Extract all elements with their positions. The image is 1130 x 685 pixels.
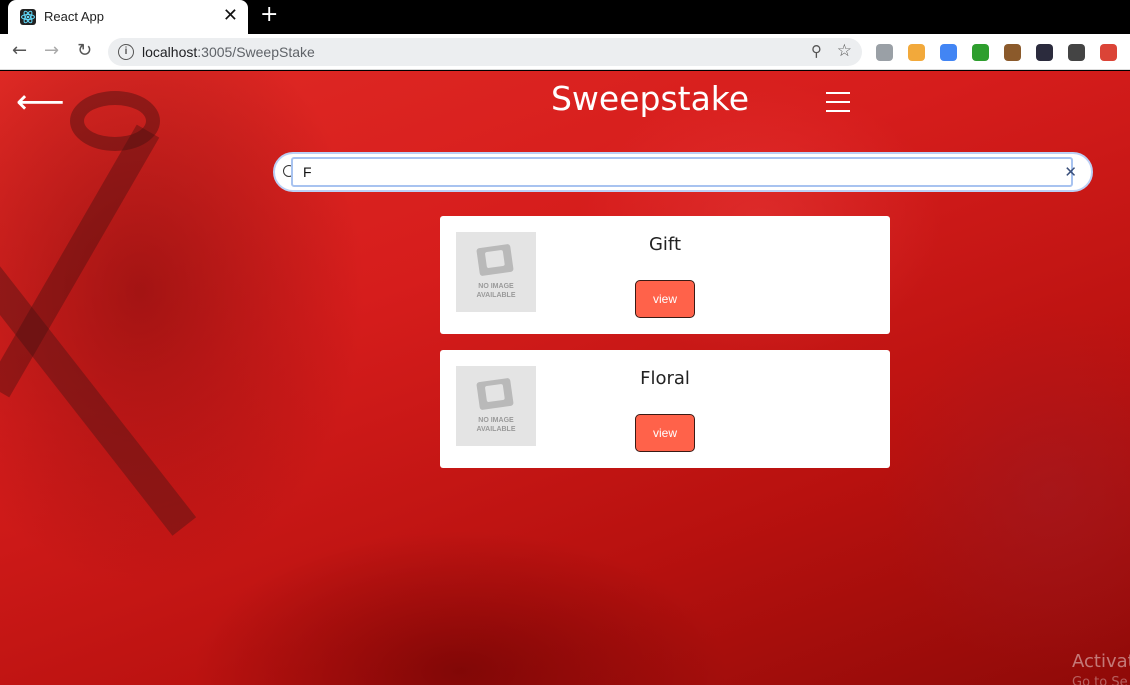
no-image-text: NO IMAGE — [478, 417, 514, 424]
clear-search-icon[interactable]: ✕ — [1064, 163, 1077, 181]
image-placeholder-icon — [476, 243, 514, 277]
card-title: Gift — [648, 234, 682, 255]
browser-tab[interactable]: React App ✕ — [8, 0, 248, 34]
background-ribbon — [0, 124, 160, 398]
close-tab-icon[interactable]: ✕ — [223, 5, 238, 26]
info-icon[interactable]: i — [118, 44, 134, 60]
m-extension-icon[interactable] — [1068, 44, 1085, 61]
new-tab-icon[interactable]: + — [260, 2, 278, 27]
zoom-icon[interactable]: ⚲ — [811, 42, 822, 60]
browser-back-icon[interactable]: ← — [12, 40, 27, 61]
no-image-text: NO IMAGE — [478, 283, 514, 290]
bw-extension-icon[interactable] — [972, 44, 989, 61]
activate-windows-watermark-sub: Go to Se — [1072, 675, 1128, 685]
tab-title: React App — [44, 9, 104, 24]
back-arrow-icon[interactable]: ⟵ — [16, 85, 65, 119]
image-placeholder-icon — [476, 377, 514, 411]
card-title: Floral — [640, 368, 690, 389]
browser-toolbar: ← → ↻ i localhost:3005/SweepStake ⚲ ☆ — [0, 34, 1130, 70]
person-check-extension-icon[interactable] — [908, 44, 925, 61]
reload-icon[interactable]: ↻ — [77, 40, 92, 61]
page-title: Sweepstake — [550, 79, 750, 118]
search-input[interactable] — [291, 157, 1073, 187]
url-text: localhost:3005/SweepStake — [142, 44, 315, 60]
browser-forward-icon[interactable]: → — [44, 40, 59, 61]
no-image-text: AVAILABLE — [476, 292, 516, 299]
view-button[interactable]: view — [635, 414, 695, 452]
sweepstake-card: NO IMAGE AVAILABLE Floral view — [440, 350, 890, 468]
no-image-placeholder: NO IMAGE AVAILABLE — [456, 366, 536, 446]
check-circle-extension-icon[interactable] — [940, 44, 957, 61]
k-extension-icon[interactable] — [1036, 44, 1053, 61]
react-favicon-icon — [20, 9, 36, 25]
no-image-placeholder: NO IMAGE AVAILABLE — [456, 232, 536, 312]
cookie-extension-icon[interactable] — [1004, 44, 1021, 61]
activate-windows-watermark: Activat — [1072, 651, 1130, 672]
sweepstake-page: ⟵ Sweepstake ✕ NO IMAGE AVAILABLE Gift vi… — [0, 71, 1130, 685]
sweepstake-card: NO IMAGE AVAILABLE Gift view — [440, 216, 890, 334]
bookmark-star-icon[interactable]: ☆ — [837, 41, 852, 61]
view-button[interactable]: view — [635, 280, 695, 318]
browser-tab-bar: React App ✕ + — [0, 0, 1130, 34]
hamburger-menu-icon[interactable] — [826, 92, 850, 112]
no-image-text: AVAILABLE — [476, 426, 516, 433]
background-bow — [70, 91, 160, 151]
address-bar[interactable]: i localhost:3005/SweepStake ⚲ ☆ — [108, 38, 862, 66]
profile-extension-icon[interactable] — [876, 44, 893, 61]
color-ring-extension-icon[interactable] — [1100, 44, 1117, 61]
search-bar: ✕ — [273, 152, 1093, 192]
